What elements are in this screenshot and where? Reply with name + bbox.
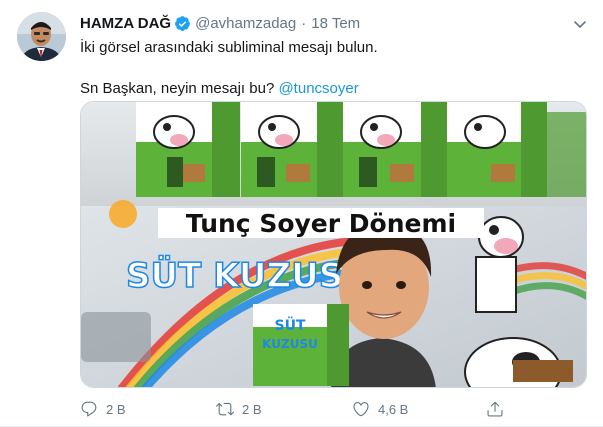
tweet-text-line-1: İki görsel arasındaki subliminal mesajı … xyxy=(80,39,378,56)
milk-carton-2 xyxy=(241,102,343,197)
tweet-actions: 2 B 2 B 4,6 B xyxy=(80,398,585,420)
author-name[interactable]: HAMZA DAĞ xyxy=(80,15,171,32)
retweet-button[interactable]: 2 B xyxy=(216,398,352,420)
carton-text-line-1: SÜT xyxy=(274,316,305,334)
like-button[interactable]: 4,6 B xyxy=(352,398,488,420)
timestamp[interactable]: 18 Tem xyxy=(311,15,360,32)
tweet-text: İki görsel arasındaki subliminal mesajı … xyxy=(80,38,585,99)
author-handle[interactable]: @avhamzadag xyxy=(195,15,296,32)
tweet-card[interactable]: HAMZA DAĞ @avhamzadag · 18 Tem İki görse… xyxy=(0,0,603,427)
tweet-text-line-2-prefix: Sn Başkan, neyin mesajı bu? xyxy=(80,80,279,97)
reply-button[interactable]: 2 B xyxy=(80,398,216,420)
chevron-down-icon[interactable] xyxy=(571,15,589,33)
mention-link[interactable]: @tuncsoyer xyxy=(278,80,358,97)
tweet-text-line-2: Sn Başkan, neyin mesajı bu? @tuncsoyer xyxy=(80,79,585,99)
held-milk-carton: SÜT KUZUSU xyxy=(253,304,349,386)
retweet-count: 2 B xyxy=(242,401,262,417)
heart-icon xyxy=(353,402,369,417)
share-button[interactable] xyxy=(486,398,512,420)
reply-count: 2 B xyxy=(106,401,126,417)
milk-carton-1 xyxy=(136,102,240,197)
tweet-media[interactable]: SÜT KUZUSU SÜT KUZUSU Tunç Soyer Dönemi xyxy=(80,101,587,388)
share-icon xyxy=(487,401,503,417)
carton-text-line-2: KUZUSU xyxy=(262,337,318,351)
verified-badge-icon xyxy=(174,15,191,32)
retweet-icon xyxy=(216,402,234,416)
milk-carton-4 xyxy=(447,102,547,197)
milk-carton-3 xyxy=(343,102,447,197)
avatar-image xyxy=(17,12,66,61)
media-banner-text: Tunç Soyer Dönemi xyxy=(186,209,456,238)
tweet-header: HAMZA DAĞ @avhamzadag · 18 Tem xyxy=(80,13,360,33)
like-count: 4,6 B xyxy=(378,401,409,417)
reply-icon xyxy=(81,401,97,417)
media-image: SÜT KUZUSU SÜT KUZUSU Tunç Soyer Dönemi xyxy=(81,102,586,387)
van-logo-text: SÜT KUZUSU xyxy=(126,255,371,296)
avatar[interactable] xyxy=(17,12,66,61)
separator-dot: · xyxy=(301,14,307,32)
